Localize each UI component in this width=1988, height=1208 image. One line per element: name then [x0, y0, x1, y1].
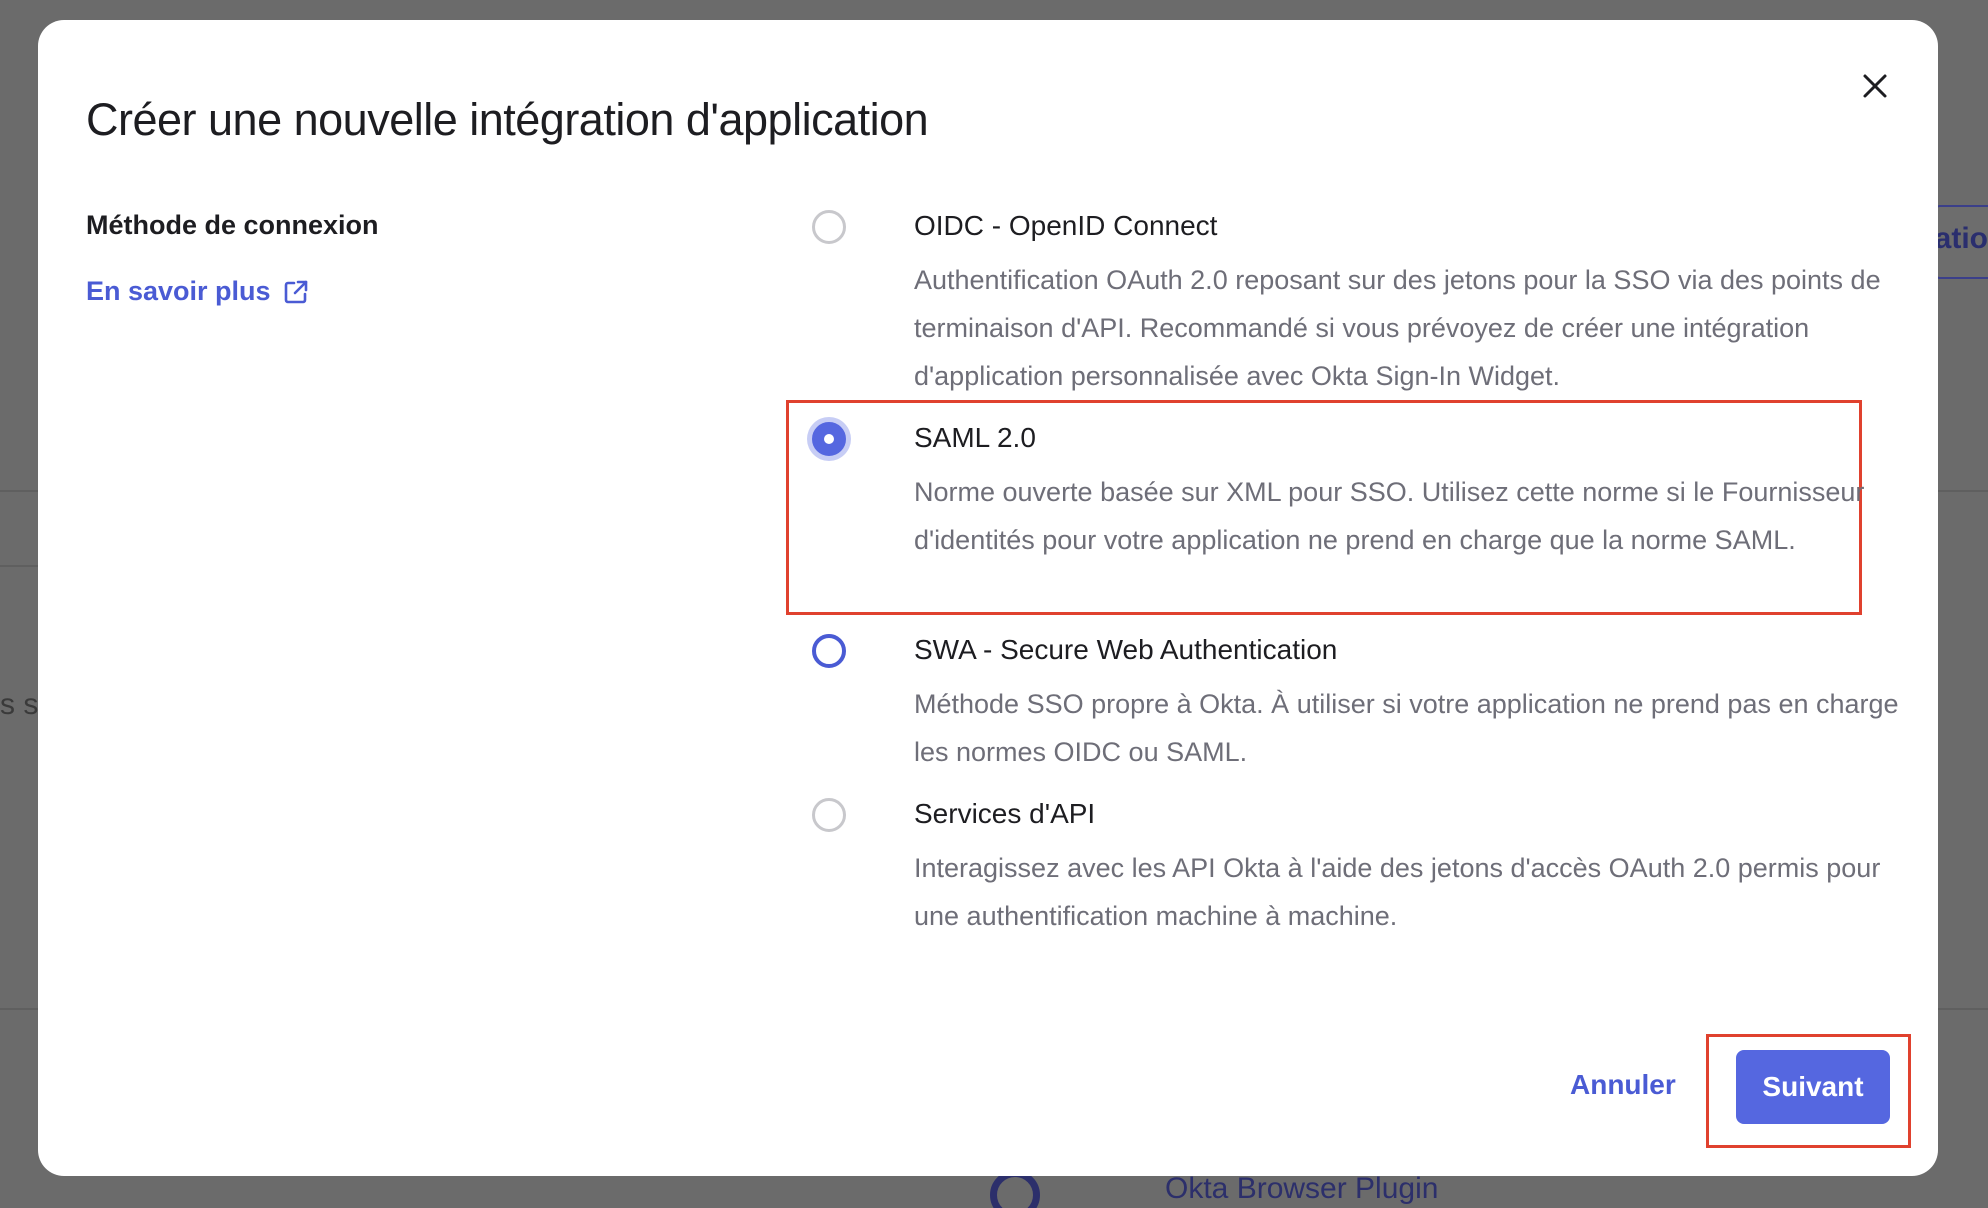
option-title: SWA - Secure Web Authentication	[914, 634, 1338, 665]
sign-in-method-label: Méthode de connexion	[86, 210, 379, 240]
radio-oidc[interactable]	[812, 210, 846, 244]
option-title: SAML 2.0	[914, 422, 1036, 453]
option-title: Services d'API	[914, 798, 1096, 829]
learn-more-link[interactable]: En savoir plus	[86, 276, 309, 307]
option-saml[interactable]: SAML 2.0 Norme ouverte basée sur XML pou…	[812, 422, 1902, 602]
option-swa[interactable]: SWA - Secure Web Authentication Méthode …	[812, 634, 1902, 784]
option-api-services[interactable]: Services d'API Interagissez avec les API…	[812, 798, 1902, 948]
option-oidc[interactable]: OIDC - OpenID Connect Authentification O…	[812, 210, 1902, 410]
option-description: Authentification OAuth 2.0 reposant sur …	[914, 265, 1881, 391]
background-divider	[0, 565, 40, 567]
radio-swa[interactable]	[812, 634, 846, 668]
option-description: Interagissez avec les API Okta à l'aide …	[914, 853, 1881, 931]
radio-saml[interactable]	[812, 422, 846, 456]
dialog-title: Créer une nouvelle intégration d'applica…	[86, 94, 929, 145]
option-description: Norme ouverte basée sur XML pour SSO. Ut…	[914, 477, 1865, 555]
radio-api-services[interactable]	[812, 798, 846, 832]
external-link-icon	[284, 280, 307, 303]
create-app-integration-dialog: Créer une nouvelle intégration d'applica…	[38, 20, 1938, 1176]
close-icon	[1863, 74, 1887, 98]
close-button[interactable]	[1853, 64, 1897, 108]
option-title: OIDC - OpenID Connect	[914, 210, 1218, 241]
learn-more-label: En savoir plus	[86, 276, 271, 306]
next-button[interactable]: Suivant	[1736, 1050, 1890, 1124]
cancel-button[interactable]: Annuler	[1570, 1069, 1676, 1101]
option-description: Méthode SSO propre à Okta. À utiliser si…	[914, 689, 1899, 767]
background-plugin-label: Okta Browser Plugin	[1165, 1172, 1439, 1205]
